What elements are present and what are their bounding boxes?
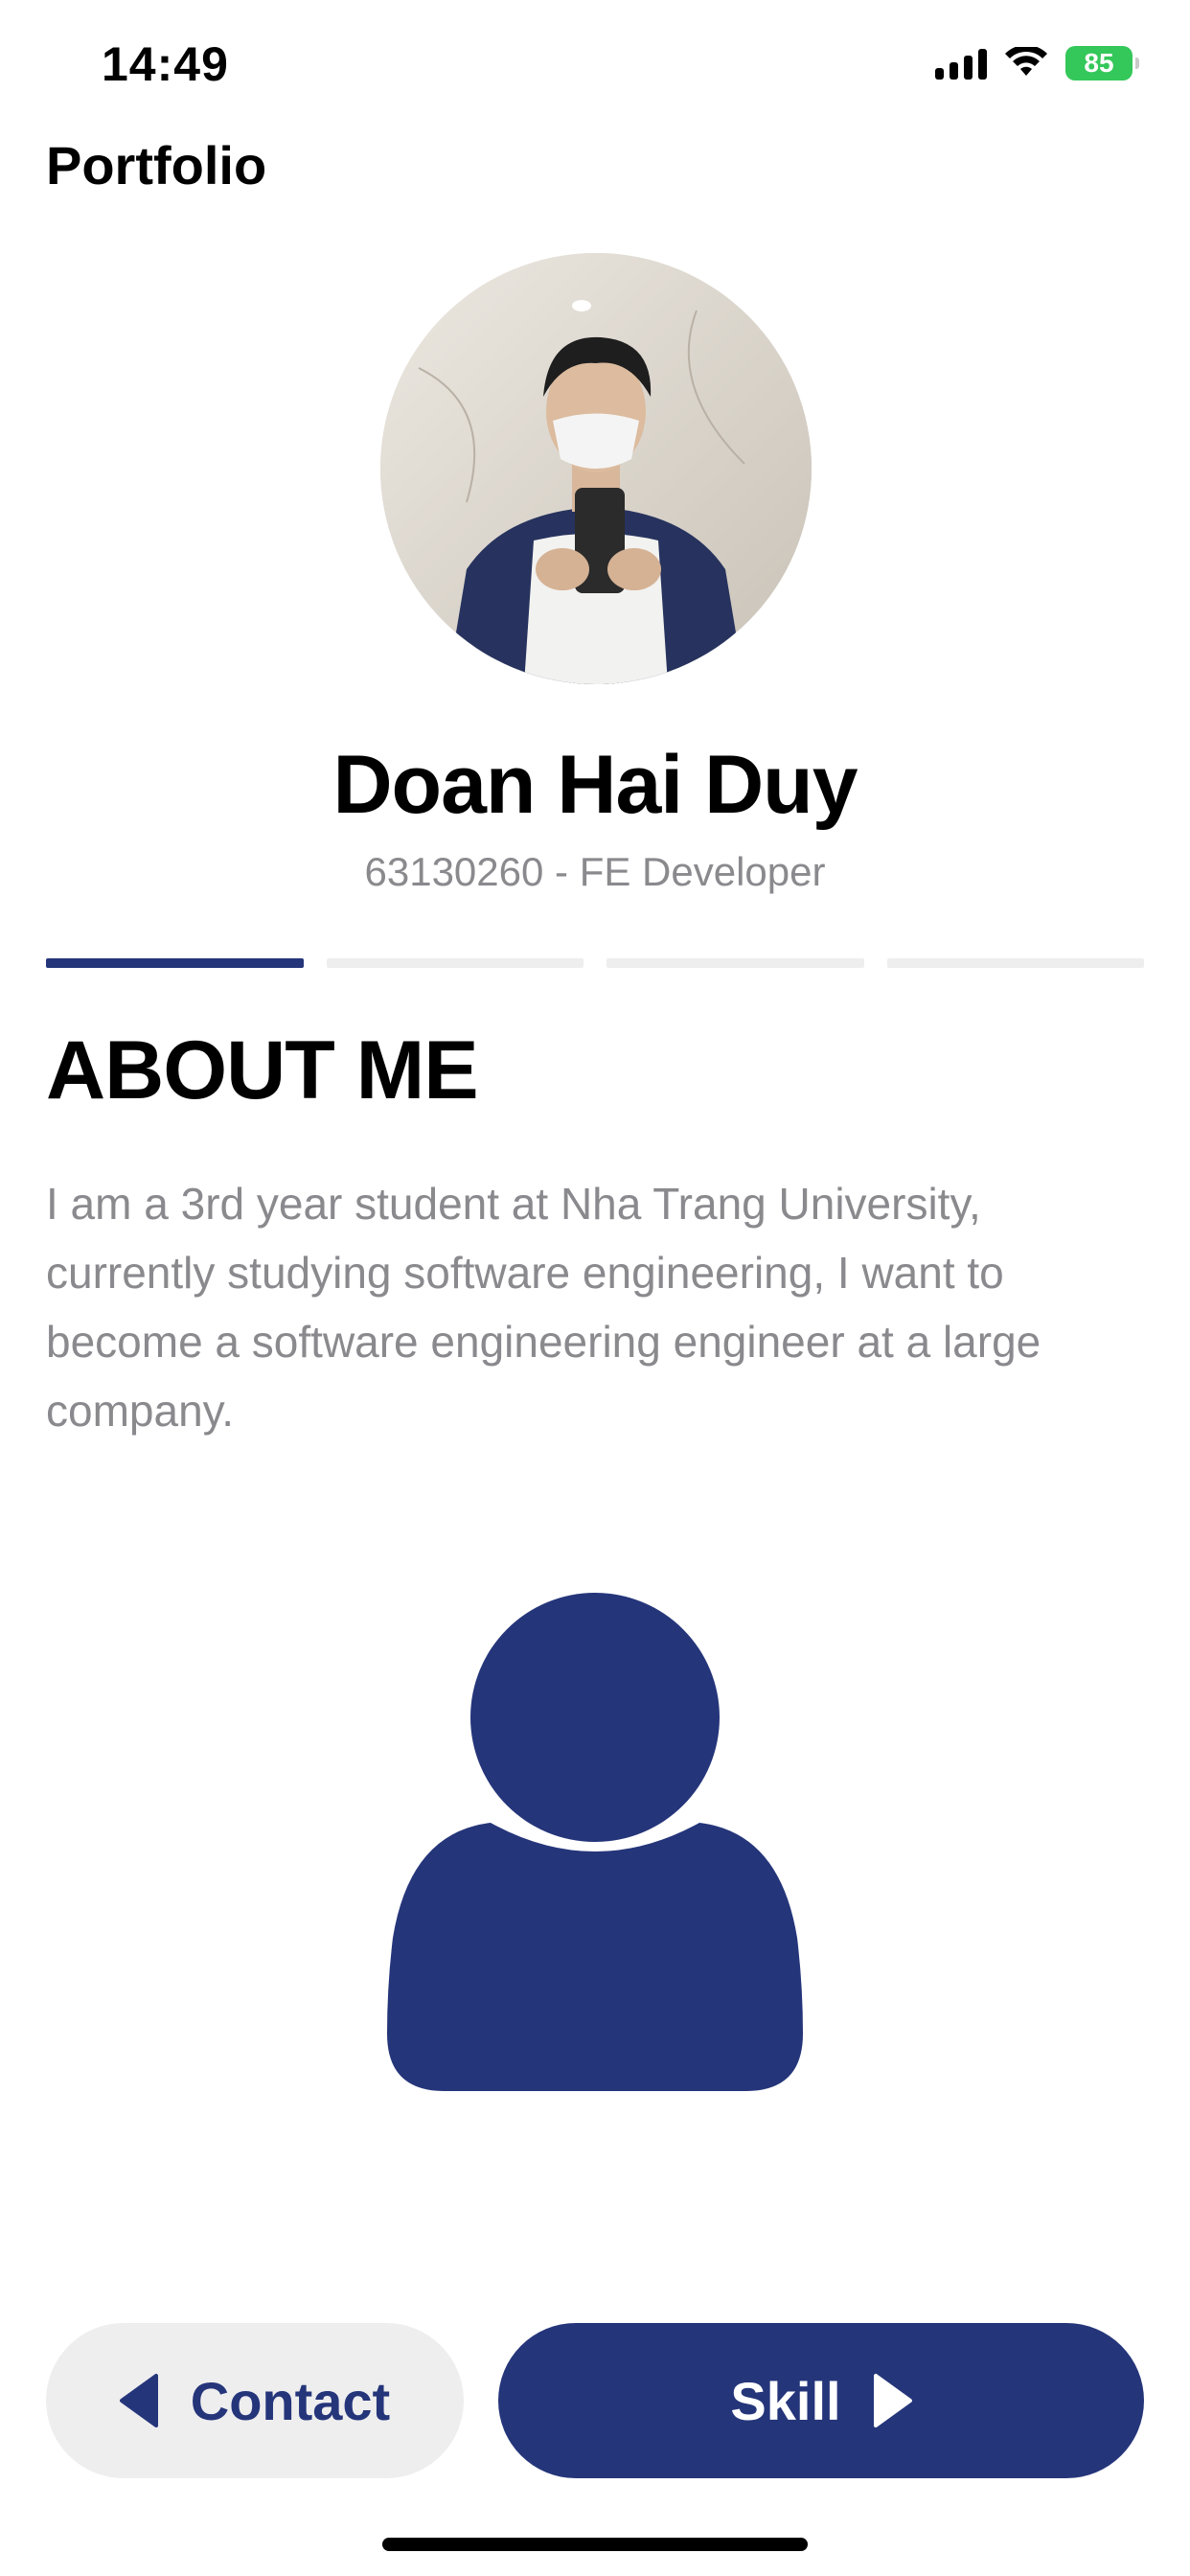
about-text: I am a 3rd year student at Nha Trang Uni… (46, 1179, 1041, 1436)
wifi-icon (1005, 47, 1047, 76)
avatar (380, 253, 812, 684)
step-progress (46, 958, 1144, 968)
battery-level: 85 (1084, 48, 1114, 78)
avatar-photo (380, 253, 812, 684)
contact-button[interactable]: Contact (46, 2323, 464, 2478)
progress-step-1 (46, 958, 304, 968)
contact-button-label: Contact (190, 2370, 391, 2431)
progress-step-4 (886, 958, 1144, 968)
battery-icon: 85 (1065, 46, 1139, 80)
page-title: Portfolio (46, 135, 267, 196)
home-indicator[interactable] (382, 2538, 808, 2551)
profile-name: Doan Hai Duy (332, 739, 858, 831)
triangle-right-icon (873, 2374, 912, 2427)
progress-step-2 (326, 958, 584, 968)
status-time: 14:49 (102, 37, 229, 91)
person-icon (387, 1593, 803, 2091)
section-title: ABOUT ME (46, 1024, 479, 1116)
skill-button-label: Skill (730, 2370, 841, 2431)
status-icons: 85 (935, 42, 1139, 84)
triangle-left-icon (119, 2374, 158, 2427)
cellular-signal-icon (935, 47, 987, 80)
progress-step-3 (606, 958, 864, 968)
skill-button[interactable]: Skill (498, 2323, 1144, 2478)
profile-subtitle: 63130260 - FE Developer (364, 849, 826, 894)
